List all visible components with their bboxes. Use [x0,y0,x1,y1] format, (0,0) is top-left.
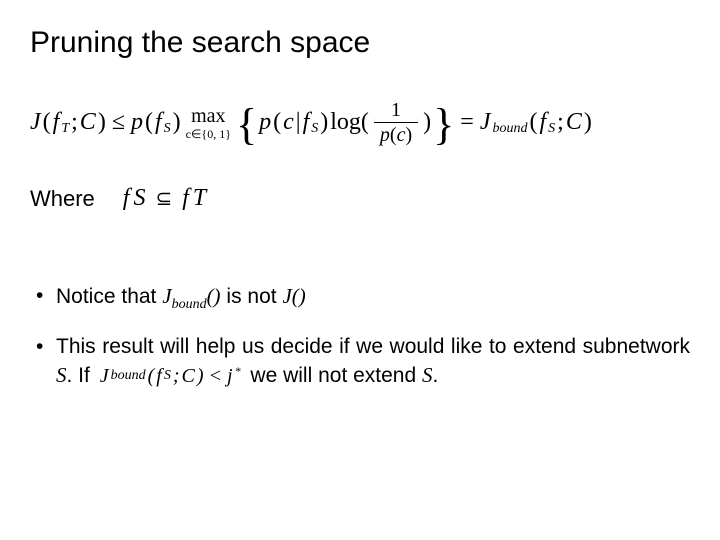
fraction: 1 p(c) [374,100,418,145]
where-label: Where [30,186,95,212]
main-equation: J ( f T ; C ) ≤ p ( f S ) max c∈{0, 1} {… [30,100,690,145]
sub-S: S [164,367,171,386]
paren: ( [273,109,281,136]
where-line: Where fS ⊆ fT [30,185,690,212]
text: we will not extend [250,364,422,387]
paren: ) [423,109,431,136]
sym-p: p [131,109,143,136]
paren: ) [584,109,592,136]
max-domain: c∈{0, 1} [186,128,231,140]
sym-p: p [259,109,271,136]
sym-S: S [56,363,67,387]
op-subset: ⊆ [155,186,172,211]
paren: ( [145,109,153,136]
sub-S: S [311,121,318,137]
sep: ; [71,109,78,136]
sub-S: S [133,185,145,212]
paren: ) [98,109,106,136]
sym-c: c [283,109,294,136]
bullet-list: Notice that Jbound() is not J() This res… [30,282,690,391]
sub-S: S [548,121,555,137]
text: This result will help us decide if we wo… [56,335,690,358]
paren: ) [173,109,181,136]
sym-j: j [227,363,233,390]
slide: Pruning the search space J ( f T ; C ) ≤… [0,0,720,540]
max-label: max [191,106,225,126]
paren: ) [405,124,412,146]
bullet-item-1: Notice that Jbound() is not J() [30,282,690,315]
bullet-item-2: This result will help us decide if we wo… [30,333,690,391]
inline-condition: Jbound(fS;C) < j* [100,363,241,390]
sep: ; [557,109,564,136]
sym-f: f [156,363,162,390]
sub-T: T [61,121,69,137]
paren: ) [320,109,328,136]
paren: ( [43,109,51,136]
sym-C: C [80,109,96,136]
sub-bound: bound [111,367,146,386]
sym-f: f [303,109,310,136]
where-expression: fS ⊆ fT [123,185,206,212]
paren: ( [148,363,155,390]
sym-S: S [422,363,433,387]
log-label: log( [330,109,369,136]
sym-J: J [100,363,109,390]
sym-f: f [182,185,189,212]
text: . [433,364,439,387]
sym-J: J [480,109,491,136]
paren: ) [197,363,204,390]
sym-C: C [566,109,582,136]
sub-S: S [164,121,171,137]
op-lt: < [209,363,223,390]
sub-bound: bound [172,297,207,312]
sep: ; [173,363,180,390]
text: is not [221,285,283,308]
text: Notice that [56,285,162,308]
sub-bound: bound [492,121,527,137]
sub-T: T [193,185,206,212]
frac-den: p(c) [374,122,418,145]
text: . If [67,364,96,387]
cond-bar: | [296,109,301,136]
brace-left: { [236,114,257,136]
brace-right: } [433,114,454,136]
frac-num: 1 [385,100,407,122]
sym-C: C [181,363,194,390]
sup-star: * [235,363,241,379]
slide-title: Pruning the search space [30,26,690,60]
sym-f: f [155,109,162,136]
sym-J: J [30,109,41,136]
paren: ( [529,109,537,136]
max-operator: max c∈{0, 1} [186,106,231,140]
op-eq: = [460,109,474,136]
op-le: ≤ [112,109,125,136]
sym-p: p [380,124,390,146]
sym-J: J() [282,284,305,308]
sym-f: f [53,109,60,136]
sym-J: J [162,284,171,308]
paren: () [207,284,221,308]
paren: ( [390,124,397,146]
sym-f: f [123,185,130,212]
sym-f: f [539,109,546,136]
